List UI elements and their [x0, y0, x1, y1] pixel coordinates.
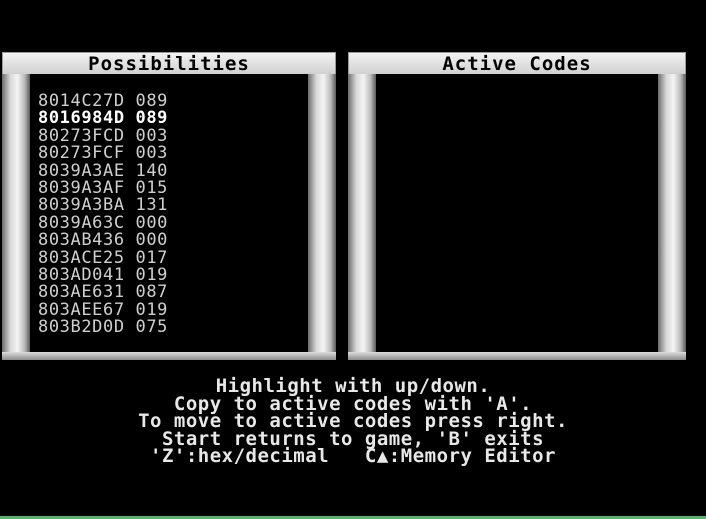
possibilities-title: Possibilities [2, 52, 336, 76]
panel-base [348, 352, 686, 360]
code-row[interactable]: 803AB436 000 [38, 231, 168, 249]
active-codes-list-area[interactable] [376, 74, 658, 352]
panel-base [2, 352, 336, 360]
active-codes-title: Active Codes [348, 52, 686, 76]
code-row[interactable]: 80273FCF 003 [38, 144, 168, 162]
left-pillar [348, 74, 376, 360]
game-screen: Possibilities 8014C27D 089 8016984D 089 … [0, 0, 706, 519]
right-pillar [308, 74, 336, 360]
code-row[interactable]: 803B2D0D 075 [38, 318, 168, 336]
possibilities-panel: Possibilities 8014C27D 089 8016984D 089 … [2, 52, 336, 360]
help-text: Highlight with up/down. Copy to active c… [0, 377, 706, 468]
active-codes-panel: Active Codes [348, 52, 686, 360]
left-pillar [2, 74, 30, 360]
possibilities-list: 8014C27D 089 8016984D 089 80273FCD 003 8… [38, 92, 168, 336]
right-pillar [658, 74, 686, 360]
help-line: 'Z':hex/decimal C▲:Memory Editor [150, 445, 556, 468]
